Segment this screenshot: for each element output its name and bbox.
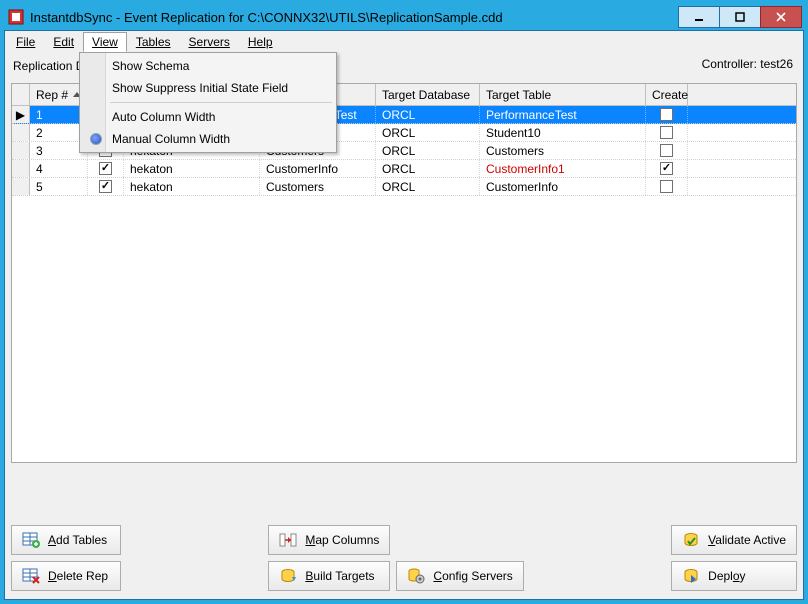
config-servers-icon: [407, 567, 425, 585]
validate-icon: [682, 531, 700, 549]
checkbox-icon[interactable]: [660, 126, 673, 139]
cell-target-table: CustomerInfo: [480, 178, 646, 195]
cell-active[interactable]: [88, 178, 124, 195]
menu-auto-column-width[interactable]: Auto Column Width: [82, 106, 334, 128]
cell-target-db: ORCL: [376, 124, 480, 141]
view-dropdown: Show Schema Show Suppress Initial State …: [79, 52, 337, 153]
row-indicator: [12, 124, 30, 141]
checkbox-icon[interactable]: [660, 144, 673, 157]
col-target-table[interactable]: Target Table: [480, 84, 646, 105]
row-indicator: ▶: [12, 106, 30, 123]
menu-show-suppress[interactable]: Show Suppress Initial State Field: [82, 77, 334, 99]
close-button[interactable]: [760, 6, 802, 28]
cell-rep: 4: [30, 160, 88, 177]
table-row[interactable]: 5 hekatonCustomersORCLCustomerInfo: [12, 178, 796, 196]
radio-selected-icon: [90, 133, 102, 145]
cell-target-table: Student10: [480, 124, 646, 141]
cell-target-table: PerformanceTest: [480, 106, 646, 123]
checkbox-icon[interactable]: [660, 180, 673, 193]
delete-rep-button[interactable]: Delete Rep: [11, 561, 121, 591]
row-indicator: [12, 160, 30, 177]
deploy-icon: [682, 567, 700, 585]
map-columns-icon: [279, 531, 297, 549]
menu-help[interactable]: Help: [239, 32, 282, 52]
menu-view[interactable]: View: [83, 32, 127, 52]
validate-active-button[interactable]: Validate Active: [671, 525, 797, 555]
checkbox-icon[interactable]: [660, 108, 673, 121]
cell-source-table: Customers: [260, 178, 376, 195]
config-servers-button[interactable]: Config Servers: [396, 561, 523, 591]
window-title: InstantdbSync - Event Replication for C:…: [30, 10, 679, 25]
cell-create[interactable]: [646, 142, 688, 159]
cell-source-db: hekaton: [124, 160, 260, 177]
cell-create[interactable]: [646, 124, 688, 141]
table-row[interactable]: 4 hekatonCustomerInfoORCLCustomerInfo1: [12, 160, 796, 178]
titlebar[interactable]: InstantdbSync - Event Replication for C:…: [4, 4, 804, 30]
add-tables-button[interactable]: Add Tables: [11, 525, 121, 555]
client-area: File Edit View Tables Servers Help Show …: [4, 30, 804, 600]
menu-tables[interactable]: Tables: [127, 32, 180, 52]
map-columns-button[interactable]: Map Columns: [268, 525, 390, 555]
cell-create[interactable]: [646, 178, 688, 195]
cell-target-db: ORCL: [376, 106, 480, 123]
cell-target-db: ORCL: [376, 160, 480, 177]
menu-show-schema[interactable]: Show Schema: [82, 55, 334, 77]
checkbox-icon[interactable]: [99, 180, 112, 193]
build-targets-button[interactable]: Build Targets: [268, 561, 390, 591]
checkbox-icon[interactable]: [660, 162, 673, 175]
col-create[interactable]: Create: [646, 84, 688, 105]
cell-target-table: Customers: [480, 142, 646, 159]
table-delete-icon: [22, 567, 40, 585]
cell-source-db: hekaton: [124, 178, 260, 195]
app-icon: [8, 9, 24, 25]
row-indicator: [12, 178, 30, 195]
menu-file[interactable]: File: [7, 32, 44, 52]
maximize-button[interactable]: [719, 6, 761, 28]
cell-create[interactable]: [646, 160, 688, 177]
minimize-button[interactable]: [678, 6, 720, 28]
build-targets-icon: [279, 567, 297, 585]
checkbox-icon[interactable]: [99, 162, 112, 175]
button-bar: Add Tables Delete Rep Map Columns Build …: [5, 515, 803, 599]
cell-create[interactable]: [646, 106, 688, 123]
cell-source-table: CustomerInfo: [260, 160, 376, 177]
col-target-database[interactable]: Target Database: [376, 84, 480, 105]
table-add-icon: [22, 531, 40, 549]
col-rowheader[interactable]: [12, 84, 30, 105]
deploy-button[interactable]: Deploy: [671, 561, 797, 591]
menu-manual-column-width[interactable]: Manual Column Width: [82, 128, 334, 150]
menubar: File Edit View Tables Servers Help: [5, 31, 803, 53]
cell-target-db: ORCL: [376, 142, 480, 159]
cell-rep: 5: [30, 178, 88, 195]
menu-edit[interactable]: Edit: [44, 32, 83, 52]
cell-target-db: ORCL: [376, 178, 480, 195]
app-window: InstantdbSync - Event Replication for C:…: [0, 0, 808, 604]
row-indicator: [12, 142, 30, 159]
menu-servers[interactable]: Servers: [180, 32, 239, 52]
cell-active[interactable]: [88, 160, 124, 177]
cell-target-table: CustomerInfo1: [480, 160, 646, 177]
controller-label: Controller: test26: [702, 57, 793, 71]
